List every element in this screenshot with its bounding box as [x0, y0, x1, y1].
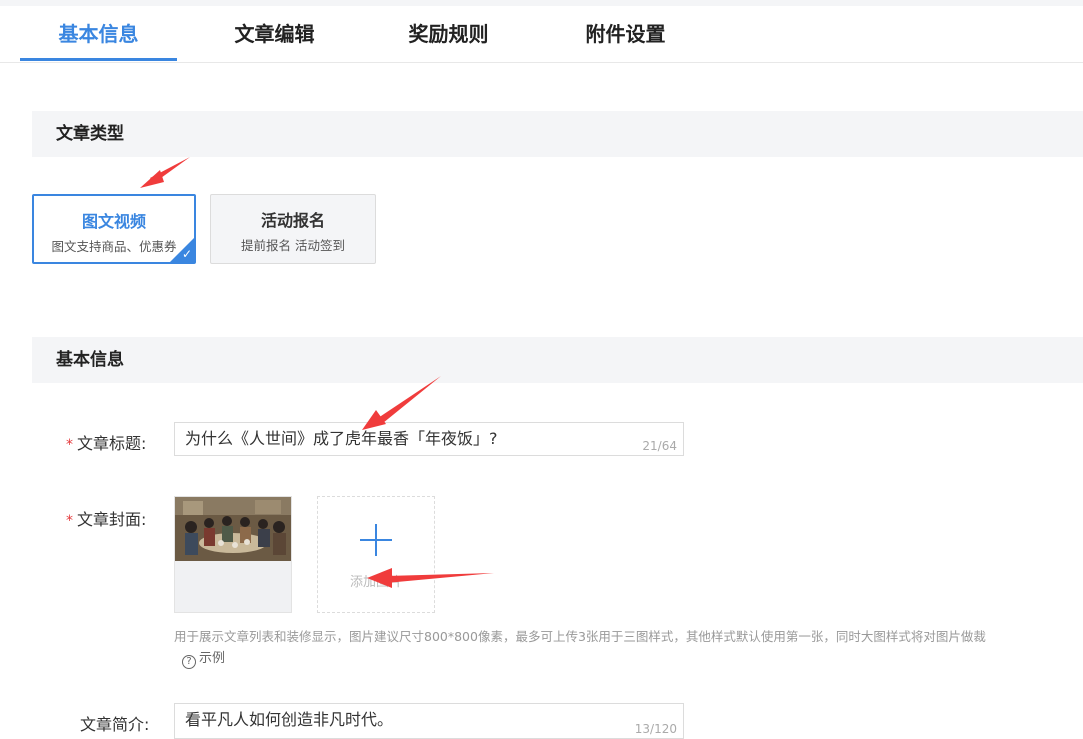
article-summary-label: 文章简介:	[80, 715, 150, 734]
card-title: 活动报名	[260, 211, 325, 230]
annotation-arrow-type-shaft	[150, 157, 190, 183]
check-icon: ✓	[181, 247, 192, 261]
article-summary-value: 看平凡人如何创造非凡时代。	[185, 710, 394, 729]
summary-char-counter: 13/120	[634, 722, 677, 736]
article-cover-label: * 文章封面:	[66, 510, 147, 529]
required-mark: *	[66, 513, 73, 529]
tab-reward-rules[interactable]: 奖励规则	[370, 6, 527, 62]
annotation-arrow-type-head	[140, 170, 164, 188]
active-tab-indicator	[20, 58, 177, 61]
annotation-arrow-title-shaft	[378, 376, 441, 423]
title-char-counter: 21/64	[642, 439, 677, 453]
article-summary-input[interactable]: 看平凡人如何创造非凡时代。 13/120	[174, 703, 684, 739]
tab-bar: 基本信息 文章编辑 奖励规则 附件设置	[0, 6, 1083, 63]
section-header-article-type: 文章类型	[32, 111, 1083, 157]
section-header-basic-info: 基本信息	[32, 337, 1083, 383]
cover-hint-text: 用于展示文章列表和装修显示，图片建议尺寸800*800像素，最多可上传3张用于三…	[174, 629, 986, 644]
question-icon: ?	[182, 655, 196, 669]
card-title: 图文视频	[81, 212, 146, 231]
add-image-label: 添加图片	[349, 575, 402, 590]
tab-basic-info[interactable]: 基本信息	[20, 6, 177, 62]
cover-image-thumbnail[interactable]	[174, 496, 292, 613]
cover-photo-image	[175, 497, 291, 561]
plus-icon-vertical	[375, 524, 377, 556]
card-subtitle: 提前报名 活动签到	[241, 238, 345, 253]
tab-attachment-settings[interactable]: 附件设置	[547, 6, 704, 62]
article-title-value: 为什么《人世间》成了虎年最香「年夜饭」?	[185, 429, 498, 448]
article-title-input[interactable]: 为什么《人世间》成了虎年最香「年夜饭」? 21/64	[174, 422, 684, 456]
article-type-card-event-signup[interactable]: 活动报名 提前报名 活动签到	[210, 194, 376, 264]
tab-article-edit[interactable]: 文章编辑	[196, 6, 353, 62]
section-title: 文章类型	[56, 124, 124, 144]
example-link[interactable]: ? 示例	[182, 647, 225, 669]
required-mark: *	[66, 437, 73, 453]
section-title: 基本信息	[56, 350, 124, 370]
article-title-label: * 文章标题:	[66, 434, 147, 453]
add-image-button[interactable]: 添加图片	[317, 496, 435, 613]
article-type-card-graphic-video[interactable]: 图文视频 图文支持商品、优惠券 ✓	[32, 194, 196, 264]
